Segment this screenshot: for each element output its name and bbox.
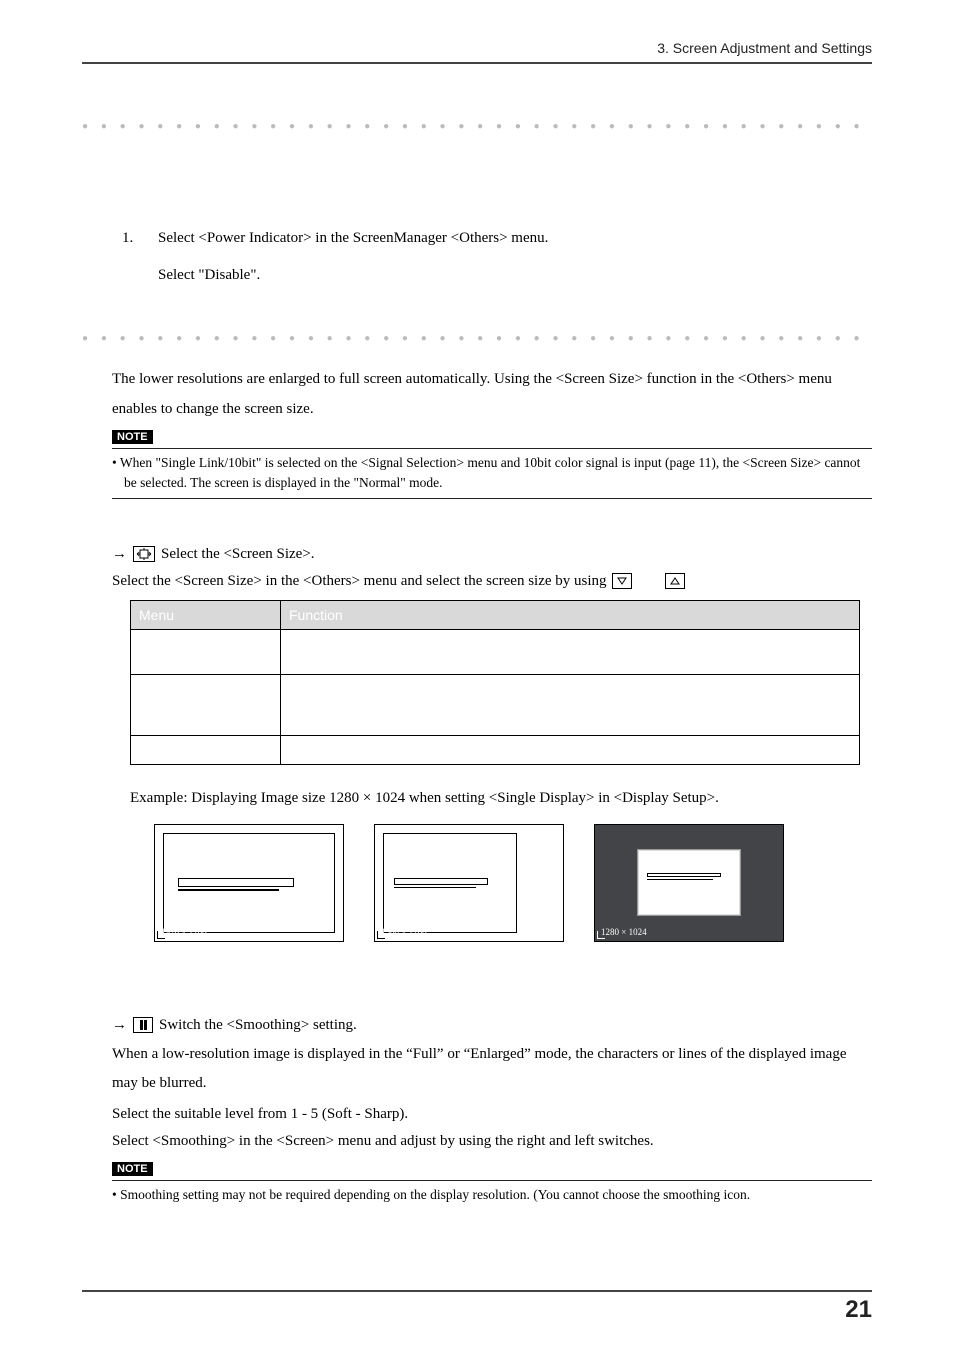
select-line-pre: Select the <Screen Size> in the <Others>… <box>112 573 607 589</box>
step-subtext: Select "Disable". <box>158 264 872 287</box>
select-line-mid: and <box>638 573 663 589</box>
smooth-level-line: Select the suitable level from 1 - 5 (So… <box>112 1103 872 1126</box>
section-title-lower-res: 3-5. Displaying Lower Resolutions <box>82 304 872 330</box>
cell-menu: Enlarged <box>131 675 281 736</box>
step-row: 1. Select <Power Indicator> in the Scree… <box>122 227 872 250</box>
down-triangle-icon <box>612 573 632 589</box>
step-text: Select <Power Indicator> in the ScreenMa… <box>158 227 548 250</box>
figure-row: 1920 × 1200 Full (Default setting) 1500 … <box>154 824 872 962</box>
figure-full: 1920 × 1200 Full (Default setting) <box>154 824 344 962</box>
dotted-rule: ● ● ● ● ● ● ● ● ● ● ● ● ● ● ● ● ● ● ● ● … <box>82 336 872 342</box>
screen-normal-diagram <box>595 825 783 941</box>
table-header-menu: Menu <box>131 601 281 630</box>
screen-size-table: Menu Function Full Displays the picture … <box>130 600 860 765</box>
figure-caption: Full (Default setting) <box>154 946 344 962</box>
table-row: Enlarged Displays the picture on the scr… <box>131 675 860 736</box>
up-triangle-icon <box>665 573 685 589</box>
intro-paragraph: Use the function to keep the power indic… <box>112 152 872 209</box>
arrow-text: Switch the <Smoothing> setting. <box>159 1014 357 1037</box>
figure-dim: 1920 × 1200 <box>161 927 207 937</box>
note-label: NOTE <box>112 430 153 444</box>
figure-enlarged: 1500 × 1200 Enlarged <box>374 824 564 962</box>
select-line-post: . <box>691 573 695 589</box>
figure-caption: Enlarged <box>374 946 564 962</box>
note-text: • When "Single Link/10bit" is selected o… <box>112 453 872 492</box>
table-row: Full Displays the picture on the screen … <box>131 630 860 675</box>
arrow-icon: → <box>112 543 127 566</box>
smoothing-icon <box>133 1017 153 1033</box>
arrow-text: Select the <Screen Size>. <box>161 543 315 566</box>
select-line: Select the <Screen Size> in the <Others>… <box>112 570 872 593</box>
subhead-smooth: 2 Smooth the blurred texts of the enlarg… <box>112 988 872 1008</box>
cell-function: Displays the picture on the screen in fu… <box>281 675 860 736</box>
example-line: Example: Displaying Image size 1280 × 10… <box>130 787 872 810</box>
note-label: NOTE <box>112 1162 153 1176</box>
note-rule-bottom <box>112 498 872 499</box>
screen-full-diagram <box>163 833 335 933</box>
resize-icon <box>133 546 155 562</box>
dotted-rule: ● ● ● ● ● ● ● ● ● ● ● ● ● ● ● ● ● ● ● ● … <box>82 124 872 130</box>
smooth-select-line: Select <Smoothing> in the <Screen> menu … <box>112 1130 872 1153</box>
table-header-function: Function <box>281 601 860 630</box>
footer: 21 <box>82 1290 872 1324</box>
arrow-icon: → <box>112 1014 127 1037</box>
cell-function: Displays the picture on the screen in fu… <box>281 630 860 675</box>
cell-menu: Normal <box>131 736 281 765</box>
figure-normal: 1280 × 1024 Normal <box>594 824 784 962</box>
paragraph: The lower resolutions are enlarged to fu… <box>112 364 872 424</box>
cell-function: Displays the image at the resolution. <box>281 736 860 765</box>
header-right: 3. Screen Adjustment and Settings <box>82 40 872 56</box>
figure-dim: 1280 × 1024 <box>601 927 647 937</box>
screen-enlarged-diagram <box>383 833 517 933</box>
step-number: 1. <box>122 227 136 250</box>
note-rule-top <box>112 448 872 449</box>
section-title-power-indicator: 3-4. Power Indicator Setting [Power Indi… <box>82 92 872 118</box>
arrow-line: → Switch the <Smoothing> setting. <box>112 1014 872 1037</box>
page-number: 21 <box>82 1296 872 1324</box>
note-text: • Smoothing setting may not be required … <box>112 1185 872 1205</box>
header-rule <box>82 62 872 64</box>
footer-rule <box>82 1290 872 1292</box>
subhead-enlarge: 1 Enlarge the screen size when displayin… <box>112 517 872 537</box>
smooth-para: When a low-resolution image is displayed… <box>112 1040 872 1097</box>
figure-caption: Normal <box>594 946 784 962</box>
note-rule-top <box>112 1180 872 1181</box>
cell-menu: Full <box>131 630 281 675</box>
page: 3. Screen Adjustment and Settings 3-4. P… <box>0 0 954 1350</box>
table-row: Normal Displays the image at the resolut… <box>131 736 860 765</box>
arrow-line: → Select the <Screen Size>. <box>112 543 872 566</box>
figure-dim: 1500 × 1200 <box>381 927 427 937</box>
